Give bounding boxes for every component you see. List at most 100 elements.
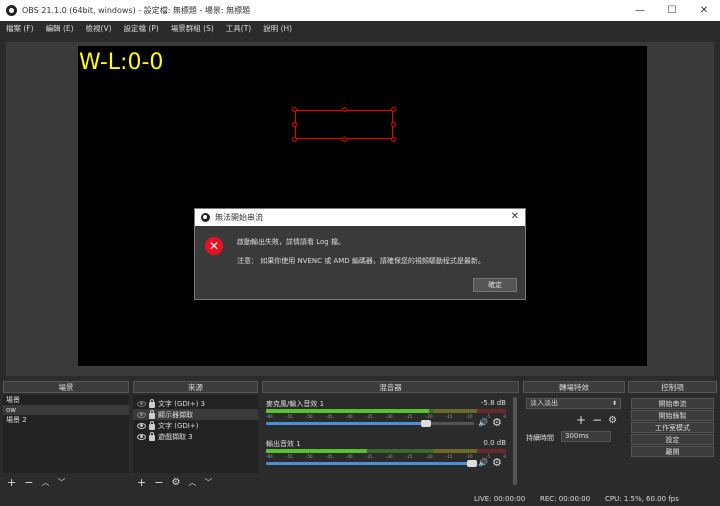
menu-view[interactable]: 檢視(V) bbox=[80, 23, 118, 34]
start-recording-button[interactable]: 開始錄製 bbox=[631, 410, 714, 421]
lock-icon[interactable] bbox=[149, 431, 155, 441]
dialog-title: 無法開始串流 bbox=[215, 213, 263, 222]
preview-overlay-text: W-L:0-0 bbox=[79, 50, 164, 75]
add-icon[interactable]: + bbox=[137, 476, 146, 489]
settings-button[interactable]: 設定 bbox=[631, 434, 714, 445]
obs-logo-icon bbox=[6, 5, 17, 16]
move-down-icon[interactable]: ﹀ bbox=[204, 477, 212, 488]
mixer-scrollbar[interactable] bbox=[513, 397, 517, 485]
move-up-icon[interactable]: ︿ bbox=[188, 477, 196, 488]
meter-tick-label: 0 bbox=[503, 414, 506, 419]
meter-tick-label: -50 bbox=[306, 454, 313, 459]
transition-select[interactable]: 淡入淡出 ⬍ bbox=[526, 398, 621, 409]
source-item[interactable]: 遊戲擷取 3 bbox=[133, 431, 258, 442]
sources-toolbar: + − ⚙ ︿ ﹀ bbox=[137, 475, 212, 489]
add-icon[interactable]: + bbox=[576, 413, 586, 427]
source-label: 顯示器擷取 bbox=[158, 410, 193, 419]
move-down-icon[interactable]: ﹀ bbox=[57, 477, 65, 488]
eye-icon[interactable] bbox=[137, 411, 146, 418]
lock-icon[interactable] bbox=[149, 409, 155, 419]
duration-input[interactable]: 300ms bbox=[561, 431, 611, 442]
meter-tick-label: -55 bbox=[286, 414, 293, 419]
gear-icon[interactable]: ⚙ bbox=[171, 477, 180, 488]
resize-handle[interactable] bbox=[391, 137, 396, 142]
move-up-icon[interactable]: ︿ bbox=[41, 477, 49, 488]
scene-item[interactable]: ow bbox=[3, 405, 129, 415]
ok-button[interactable]: 確定 bbox=[473, 278, 517, 292]
window-title: OBS 21.1.0 (64bit, windows) - 設定檔: 無標題 -… bbox=[22, 6, 251, 15]
sources-header: 來源 bbox=[133, 381, 258, 393]
exit-button[interactable]: 離開 bbox=[631, 446, 714, 457]
meter-tick-label: -10 bbox=[466, 414, 473, 419]
meter-tick-label: -20 bbox=[426, 454, 433, 459]
source-item[interactable]: 文字 (GDI+) bbox=[133, 420, 258, 431]
meter-tick-label: -60 bbox=[266, 414, 273, 419]
add-icon[interactable]: + bbox=[7, 476, 16, 489]
source-item[interactable]: 文字 (GDI+) 3 bbox=[133, 398, 258, 409]
mixer-panel: 麥克風/輸入音效 1 -5.8 dB -60 -55 -50 -45 -40 -35 -30… bbox=[262, 395, 519, 489]
controls-buttons: 開始串流 開始錄製 工作室模式 設定 離開 bbox=[628, 397, 717, 458]
resize-handle[interactable] bbox=[342, 107, 347, 112]
eye-icon[interactable] bbox=[137, 400, 146, 407]
chevron-updown-icon: ⬍ bbox=[611, 400, 617, 407]
menu-scene-collection[interactable]: 場景群組 (S) bbox=[165, 23, 220, 34]
speaker-icon[interactable]: 🔊 bbox=[478, 458, 488, 467]
eye-icon[interactable] bbox=[137, 433, 146, 440]
error-dialog: 無法開始串流 ✕ ✕ 啟動輸出失敗，詳情請看 Log 檔。 注意： 如果你使用 … bbox=[194, 208, 526, 300]
gear-icon[interactable]: ⚙ bbox=[492, 456, 502, 469]
title-bar: OBS 21.1.0 (64bit, windows) - 設定檔: 無標題 -… bbox=[0, 0, 720, 21]
resize-handle[interactable] bbox=[391, 122, 396, 127]
scene-item[interactable]: 場景 2 bbox=[3, 415, 129, 425]
menu-help[interactable]: 說明 (H) bbox=[257, 23, 298, 34]
volume-slider-fill bbox=[266, 422, 427, 425]
gear-icon[interactable]: ⚙ bbox=[492, 416, 502, 429]
preview-canvas[interactable]: W-L:0-0 bbox=[78, 46, 647, 366]
meter-tick-label: -30 bbox=[386, 454, 393, 459]
minimize-button[interactable]: — bbox=[624, 0, 656, 21]
speaker-icon[interactable]: 🔊 bbox=[478, 418, 488, 427]
lock-icon[interactable] bbox=[149, 420, 155, 430]
gear-icon[interactable]: ⚙ bbox=[608, 415, 617, 427]
volume-slider-knob[interactable] bbox=[421, 420, 432, 427]
studio-mode-button[interactable]: 工作室模式 bbox=[631, 422, 714, 433]
volume-meter-level bbox=[266, 409, 430, 413]
lock-icon[interactable] bbox=[149, 398, 155, 408]
menu-profile[interactable]: 設定檔 (P) bbox=[118, 23, 165, 34]
start-streaming-button[interactable]: 開始串流 bbox=[631, 398, 714, 409]
resize-handle[interactable] bbox=[342, 137, 347, 142]
resize-handle[interactable] bbox=[292, 107, 297, 112]
menu-bar: 檔案 (F) 編輯 (E) 檢視(V) 設定檔 (P) 場景群組 (S) 工具(… bbox=[0, 21, 720, 36]
remove-icon[interactable]: − bbox=[24, 476, 33, 489]
selected-source-box[interactable] bbox=[295, 110, 393, 139]
meter-tick-label: -60 bbox=[266, 454, 273, 459]
eye-icon[interactable] bbox=[137, 422, 146, 429]
source-label: 文字 (GDI+) 3 bbox=[158, 399, 206, 408]
resize-handle[interactable] bbox=[292, 137, 297, 142]
meter-tick-label: -45 bbox=[326, 414, 333, 419]
remove-icon[interactable]: − bbox=[592, 413, 602, 427]
resize-handle[interactable] bbox=[292, 122, 297, 127]
scenes-dock: 場景 場景 ow 場景 2 + − ︿ ﹀ bbox=[3, 381, 129, 491]
menu-tools[interactable]: 工具(T) bbox=[220, 23, 257, 34]
menu-file[interactable]: 檔案 (F) bbox=[0, 23, 40, 34]
menu-edit[interactable]: 編輯 (E) bbox=[40, 23, 80, 34]
maximize-button[interactable]: ☐ bbox=[656, 0, 688, 21]
transition-toolbar: + − ⚙ bbox=[576, 413, 617, 427]
close-button[interactable]: ✕ bbox=[688, 0, 720, 21]
transitions-header: 轉場特效 bbox=[523, 381, 625, 393]
mixer-channel: 麥克風/輸入音效 1 -5.8 dB -60 -55 -50 -45 -40 -35 -30… bbox=[266, 399, 506, 429]
meter-tick-label: -25 bbox=[406, 454, 413, 459]
scene-item[interactable]: 場景 bbox=[3, 395, 129, 405]
meter-tick-label: -45 bbox=[326, 454, 333, 459]
obs-logo-icon bbox=[201, 213, 210, 222]
duration-value: 300ms bbox=[565, 432, 589, 440]
remove-icon[interactable]: − bbox=[154, 476, 163, 489]
meter-tick-label: -15 bbox=[446, 414, 453, 419]
resize-handle[interactable] bbox=[391, 107, 396, 112]
rec-status: REC: 00:00:00 bbox=[540, 495, 591, 503]
volume-slider-knob[interactable] bbox=[466, 460, 477, 467]
meter-tick-label: -25 bbox=[406, 414, 413, 419]
dialog-close-icon[interactable]: ✕ bbox=[511, 211, 519, 222]
source-item[interactable]: 顯示器擷取 bbox=[133, 409, 258, 420]
window-controls: — ☐ ✕ bbox=[624, 0, 720, 21]
